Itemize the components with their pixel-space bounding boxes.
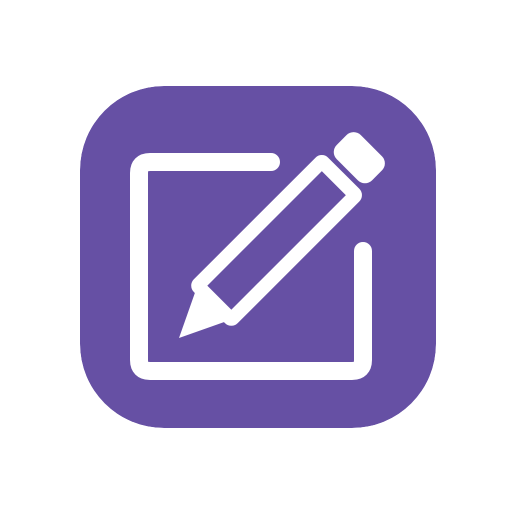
app-icon-canvas (0, 0, 512, 512)
edit-app-icon[interactable] (80, 86, 436, 428)
edit-icon-graphic (80, 86, 436, 428)
